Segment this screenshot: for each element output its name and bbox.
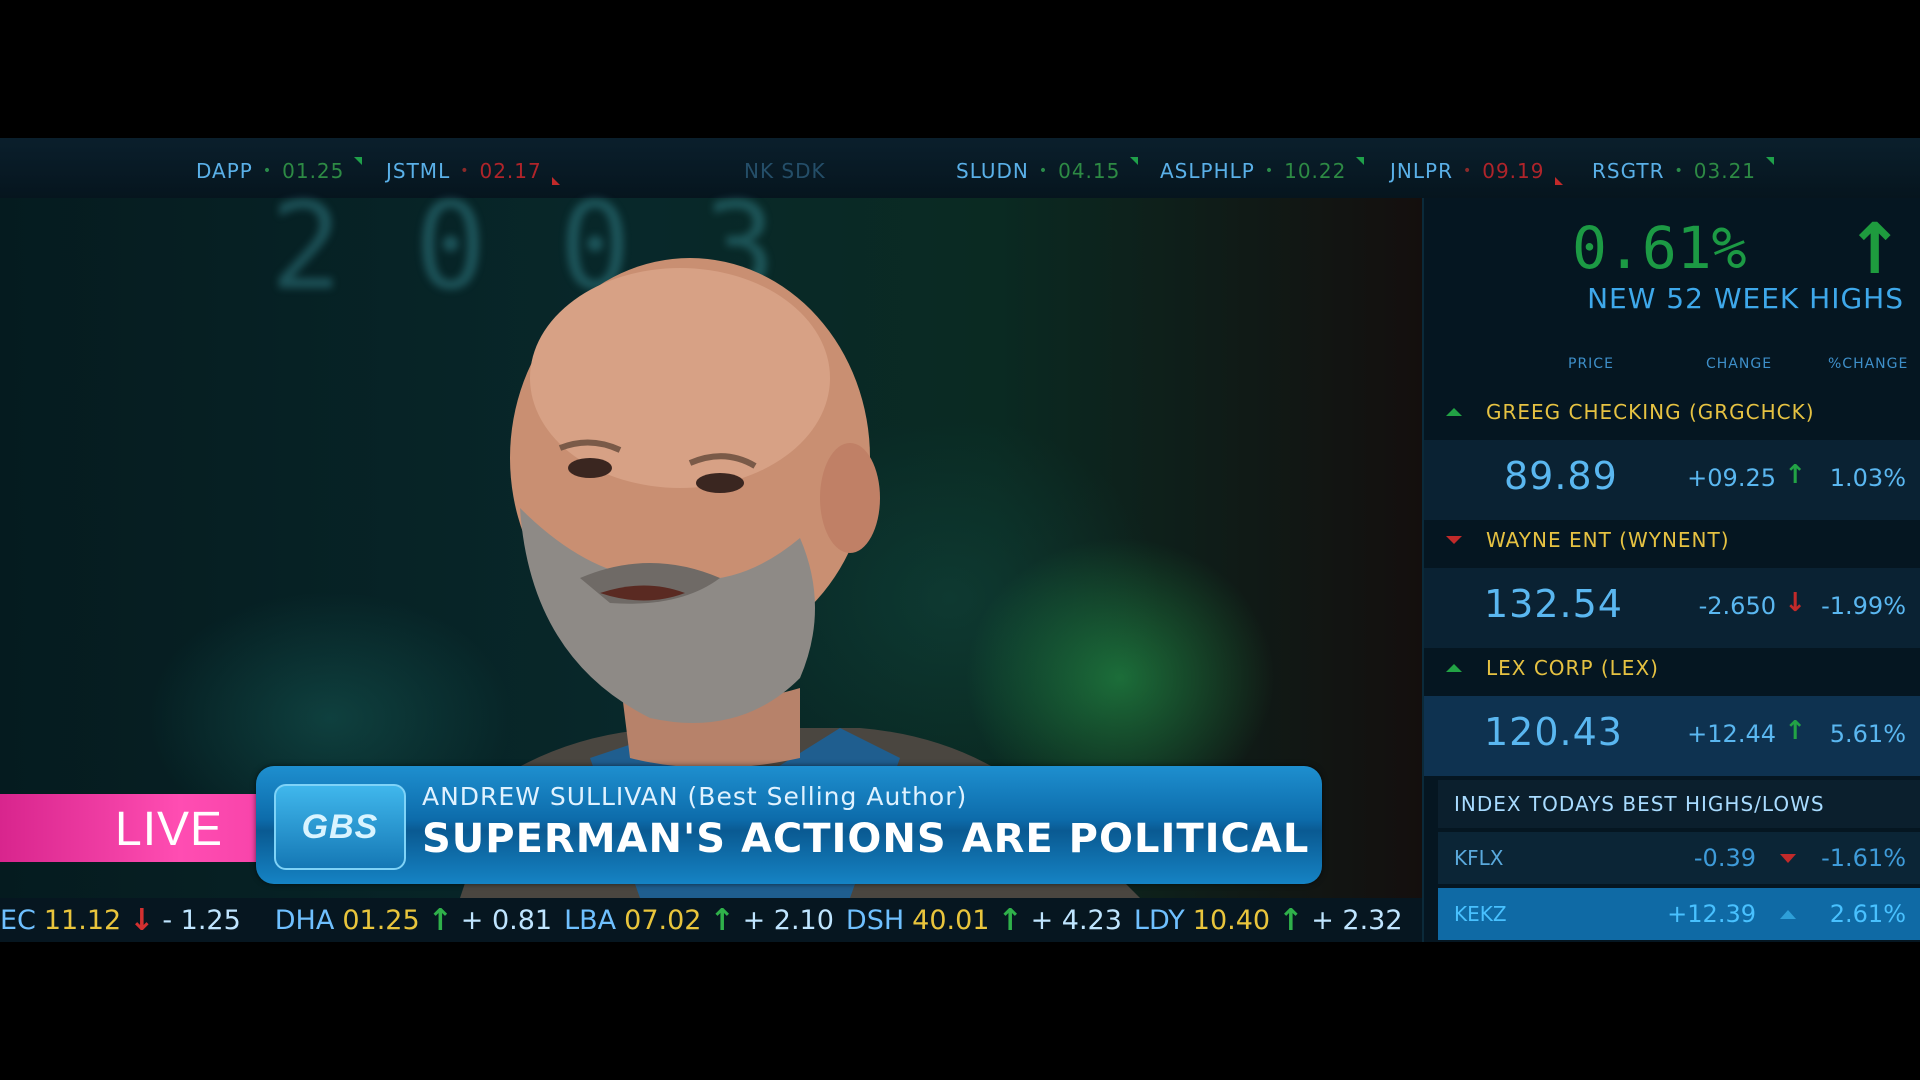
up-triangle-icon [1446,664,1462,672]
up-triangle-icon [1356,157,1365,165]
stock-price: 89.89 [1504,454,1618,498]
ticker-symbol: LBA [564,904,617,936]
ticker-value: 10.40 [1192,904,1271,936]
ticker-value: 04.15 [1058,159,1121,183]
up-triangle-icon [1780,910,1796,919]
top-ticker-item: JNLPR • 09.19 [1390,158,1563,185]
network-logo: GBS [274,784,406,870]
stock-name-row: LEX CORP (LEX) [1424,648,1920,688]
down-arrow-icon: ↓ [129,902,155,938]
stock-name: LEX CORP (LEX) [1486,656,1659,680]
letterbox-bottom [0,942,1920,1080]
live-banner: LIVE [0,794,300,862]
index-change: +12.39 [1667,900,1756,928]
up-arrow-icon: ↑ [1845,208,1904,290]
bottom-ticker-item: DSH 40.01 ↑ + 4.23 [846,903,1122,938]
bottom-ticker-item: LBA 07.02 ↑ + 2.10 [564,903,834,938]
ticker-symbol: SLUDN [956,159,1029,183]
stock-pchange: -1.99% [1821,592,1906,620]
stock-quote-row: 89.89 +09.25 ↑ 1.03% [1424,440,1920,520]
up-arrow-icon: ↑ [1278,902,1304,938]
live-label: LIVE [115,803,224,856]
stock-price: 120.43 [1484,710,1623,754]
stock-name-row: WAYNE ENT (WYNENT) [1424,520,1920,560]
top-ticker-item: SLUDN • 04.15 [956,157,1139,184]
up-arrow-icon: ↑ [1784,716,1806,746]
ticker-change: + 2.32 [1311,904,1403,936]
ticker-symbol: JEC [0,904,36,936]
up-arrow-icon: ↑ [427,902,453,938]
stock-price: 132.54 [1484,582,1623,626]
ticker-value: 09.19 [1482,159,1545,183]
bottom-ticker-item: LDY 10.40 ↑ + 2.32 [1134,903,1403,938]
index-row-selected: KEKZ +12.39 2.61% [1438,888,1920,940]
stock-name: WAYNE ENT (WYNENT) [1486,528,1730,552]
ticker-value: 07.02 [624,904,702,936]
index-pchange: 2.61% [1829,900,1906,928]
stock-quote-row: 120.43 +12.44 ↑ 5.61% [1424,696,1920,776]
column-header-change: CHANGE [1706,356,1773,372]
ticker-symbol: DAPP [196,159,253,183]
ticker-change: + 2.10 [742,904,834,936]
guest-name: ANDREW SULLIVAN (Best Selling Author) [422,782,968,811]
stock-name-row: GREEG CHECKING (GRGCHCK) [1424,392,1920,432]
network-logo-text: GBS [301,807,379,846]
ticker-change: + 4.23 [1030,904,1122,936]
stock-change: -2.650 [1698,592,1776,620]
market-percent: 0.61% [1572,214,1747,282]
index-change: -0.39 [1693,844,1756,872]
ticker-value: 10.22 [1284,159,1347,183]
column-header-pchange: %CHANGE [1828,356,1909,372]
up-triangle-icon [1130,157,1139,165]
down-arrow-icon: ↓ [1784,588,1806,618]
up-arrow-icon: ↑ [709,902,735,938]
down-triangle-icon [1554,177,1563,185]
ticker-value: 40.01 [912,904,990,936]
stock-pchange: 5.61% [1829,720,1906,748]
index-pchange: -1.61% [1821,844,1906,872]
ticker-symbol: DSH [845,904,905,936]
top-ticker-item: RSGTR • 03.21 [1592,157,1775,184]
stock-name: GREEG CHECKING (GRGCHCK) [1486,400,1815,424]
stock-change: +09.25 [1687,464,1776,492]
index-symbol: KFLX [1454,846,1504,870]
index-row: KFLX -0.39 -1.61% [1438,832,1920,884]
panel-subtitle: NEW 52 WEEK HIGHS [1587,282,1904,315]
up-arrow-icon: ↑ [997,902,1023,938]
ticker-symbol: ASLPHLP [1160,159,1255,183]
ticker-change: + 0.81 [460,904,553,936]
bottom-ticker-item: JEC 11.12 ↓ - 1.25 [0,903,241,938]
bottom-ticker-item: DHA 01.25 ↑ + 0.81 [275,903,552,938]
index-title: INDEX TODAYS BEST HIGHS/LOWS [1454,792,1825,816]
column-header-price: PRICE [1568,356,1614,372]
ticker-symbol: RSGTR [1592,159,1665,183]
market-panel: 0.61% ↑ NEW 52 WEEK HIGHS PRICE CHANGE %… [1422,198,1920,942]
up-triangle-icon [1446,408,1462,416]
bottom-stock-ticker: JEC 11.12 ↓ - 1.25 DHA 01.25 ↑ + 0.81 LB… [0,898,1422,942]
index-symbol: KEKZ [1454,902,1507,926]
ticker-symbol: JNLPR [1390,159,1453,183]
ticker-value: 01.25 [342,904,420,936]
ticker-change: - 1.25 [162,904,241,936]
ticker-value: 03.21 [1693,159,1757,183]
ticker-value: 11.12 [43,904,122,936]
headline: SUPERMAN'S ACTIONS ARE POLITICAL [422,816,1310,862]
letterbox-top [0,0,1920,138]
ticker-symbol: DHA [274,904,335,936]
top-ticker-item: ASLPHLP • 10.22 [1160,157,1365,184]
stock-change: +12.44 [1687,720,1776,748]
stock-pchange: 1.03% [1829,464,1906,492]
name-caption-box: GBS ANDREW SULLIVAN (Best Selling Author… [256,766,1322,884]
up-triangle-icon [354,157,363,165]
up-arrow-icon: ↑ [1784,460,1806,490]
index-header: INDEX TODAYS BEST HIGHS/LOWS [1438,780,1920,828]
news-broadcast-screen: DAPP • 01.25 JSTML • 02.17 NK SDK SLUDN … [0,138,1920,942]
ticker-symbol: LDY [1133,904,1185,936]
up-triangle-icon [1766,157,1775,165]
down-triangle-icon [1780,854,1796,863]
down-triangle-icon [1446,536,1462,544]
stock-quote-row: 132.54 -2.650 ↓ -1.99% [1424,568,1920,648]
